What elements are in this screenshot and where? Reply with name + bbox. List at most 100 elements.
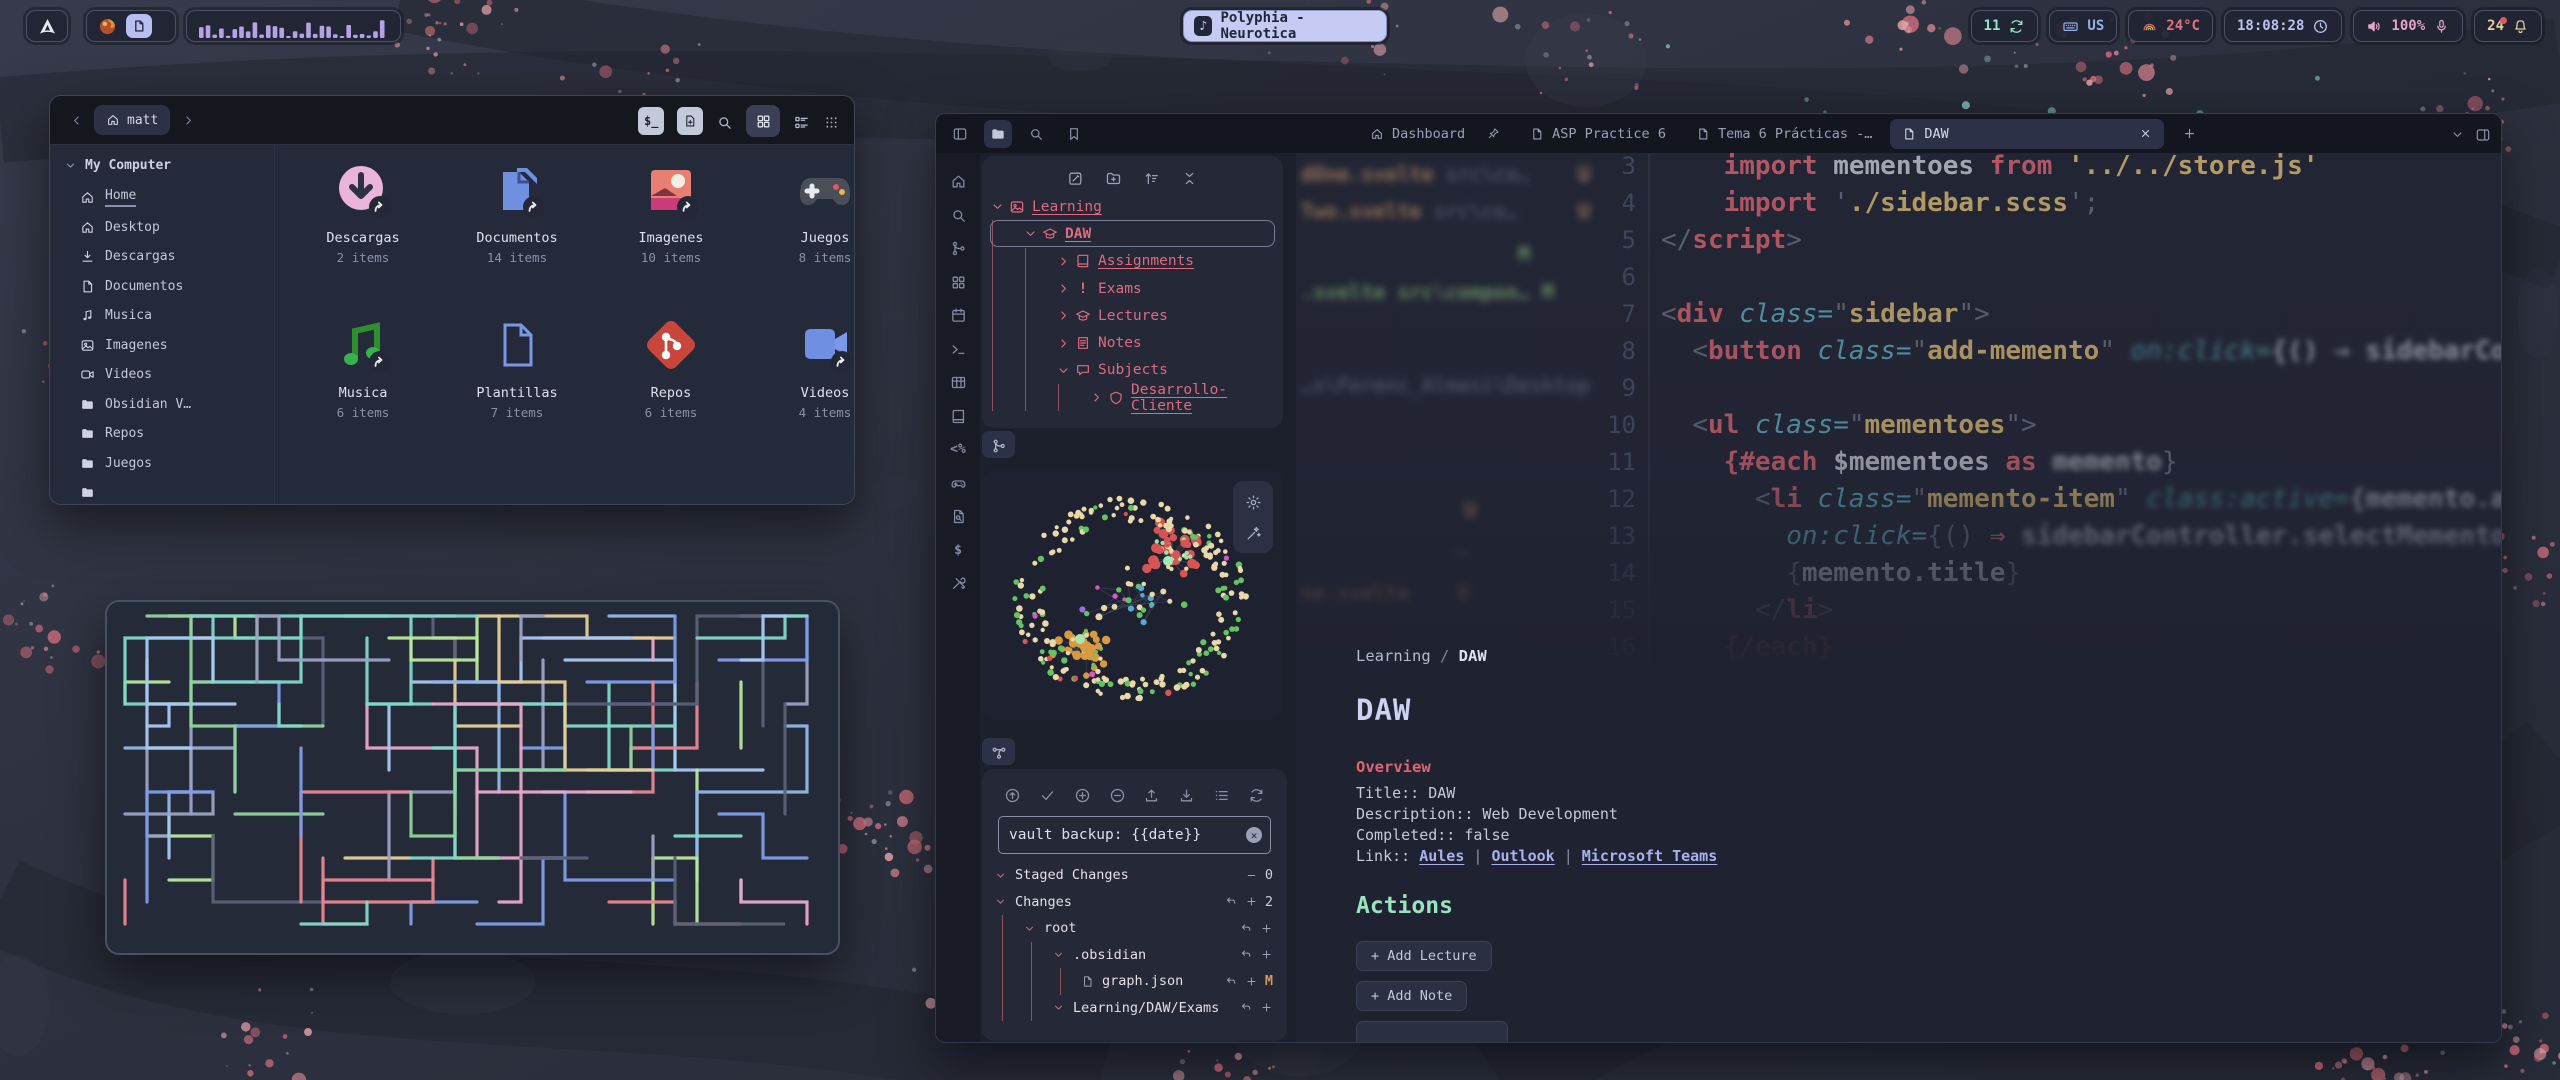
tree-item-lectures[interactable]: Lectures [982, 302, 1283, 329]
sidebar-item-videos[interactable]: Videos [50, 360, 274, 390]
link-microsoft-teams[interactable]: Microsoft Teams [1582, 847, 1717, 865]
tree-item-notes[interactable]: Notes [982, 329, 1283, 356]
tree-item-exams[interactable]: !Exams [982, 275, 1283, 302]
git-row--obsidian[interactable]: .obsidian [982, 942, 1287, 969]
git-row-learning-daw-exams[interactable]: Learning/DAW/Exams [982, 995, 1287, 1022]
ribbon-file-search-button[interactable] [950, 506, 967, 525]
ribbon-home-button[interactable] [950, 171, 967, 190]
sidebar-item-obsidian-v-[interactable]: Obsidian V… [50, 390, 274, 420]
back-button[interactable] [64, 108, 88, 132]
link-outlook[interactable]: Outlook [1491, 847, 1554, 865]
tree-item-desarrollo-cliente[interactable]: Desarrollo-Cliente [982, 384, 1283, 411]
add-button-partial[interactable] [1356, 1021, 1508, 1042]
sidebar-item-imagenes[interactable]: Imagenes [50, 331, 274, 361]
undo-icon[interactable] [1225, 975, 1238, 988]
folder-juegos[interactable]: Juegos 8 items [748, 162, 855, 265]
chevron-right-icon[interactable] [1056, 308, 1071, 323]
tray-weather[interactable]: 24°C [2128, 10, 2213, 42]
workspace-bookmark-button[interactable] [1060, 120, 1088, 148]
workspace-folder-button[interactable] [984, 120, 1012, 148]
chevron-down-icon[interactable] [1052, 948, 1065, 961]
tray-updates[interactable]: 11 [1971, 10, 2039, 42]
toolbar-search-button[interactable] [716, 112, 733, 131]
chevron-down-icon[interactable] [1052, 1001, 1065, 1014]
sidebar-item-clipped[interactable] [50, 478, 274, 505]
tree-item-subjects[interactable]: Subjects [982, 357, 1283, 384]
note-breadcrumb[interactable]: Learning / DAW [1356, 647, 1487, 665]
workspace-panel-left-button[interactable] [946, 120, 974, 148]
link-aules[interactable]: Aules [1419, 847, 1464, 865]
ribbon-terminal-button[interactable] [950, 339, 967, 358]
chevron-down-icon[interactable] [1056, 363, 1071, 378]
git-panel-tab[interactable] [982, 738, 1015, 765]
workspace-search-button[interactable] [1022, 120, 1050, 148]
workspaces-module[interactable] [86, 10, 176, 42]
right-sidebar-toggle[interactable] [2475, 124, 2491, 143]
folder-videos[interactable]: Videos 4 items [748, 317, 855, 420]
tree-collapse-all-button[interactable] [1181, 168, 1198, 187]
git-download-tray-button[interactable] [1178, 785, 1195, 804]
sidebar-item-repos[interactable]: Repos [50, 419, 274, 449]
plus-icon[interactable] [1260, 948, 1273, 961]
ribbon-layout-grid-button[interactable] [950, 272, 967, 291]
tree-pencil-square-button[interactable] [1067, 168, 1084, 187]
chevron-down-icon[interactable] [994, 869, 1007, 882]
ribbon-search-button[interactable] [950, 205, 967, 224]
folder-musica[interactable]: Musica 6 items [286, 317, 440, 420]
sidebar-item-desktop[interactable]: Desktop [50, 213, 274, 243]
chevron-down-icon[interactable] [994, 895, 1007, 908]
chevron-right-icon[interactable] [1089, 390, 1104, 405]
plus-icon[interactable] [1245, 895, 1258, 908]
ribbon-table-button[interactable] [950, 372, 967, 391]
breadcrumb[interactable]: matt [94, 105, 170, 135]
launcher-button[interactable] [26, 10, 68, 42]
git-minus-circle-button[interactable] [1109, 785, 1126, 804]
plus-icon[interactable] [1260, 1001, 1273, 1014]
folder-repos[interactable]: Repos 6 items [594, 317, 748, 420]
git-check-button[interactable] [1039, 785, 1056, 804]
toolbar-list-view-button[interactable] [793, 112, 810, 131]
ribbon-dollar-button[interactable]: $ [954, 540, 962, 559]
chevron-right-icon[interactable] [1056, 254, 1071, 269]
folder-plantillas[interactable]: Plantillas 7 items [440, 317, 594, 420]
tab-daw[interactable]: DAW [1890, 119, 2164, 149]
ribbon-gamepad-button[interactable] [950, 473, 967, 492]
media-player-module[interactable]: ♪ Polyphia - Neurotica [1183, 10, 1387, 42]
plus-icon[interactable] [1260, 922, 1273, 935]
forward-button[interactable] [176, 108, 200, 132]
git-row-root[interactable]: root [982, 915, 1287, 942]
ribbon-code-tag-button[interactable]: <% [950, 439, 966, 458]
chevron-down-icon[interactable] [1023, 922, 1036, 935]
tree-folder-plus-button[interactable] [1105, 168, 1122, 187]
git-upload-tray-button[interactable] [1143, 785, 1160, 804]
tray-notifications[interactable]: 24 [2474, 10, 2542, 42]
git-arrow-up-circle-button[interactable] [1004, 785, 1021, 804]
sidebar-item-descargas[interactable]: Descargas [50, 242, 274, 272]
undo-icon[interactable] [1240, 1001, 1253, 1014]
sidebar-item-documentos[interactable]: Documentos [50, 272, 274, 302]
ribbon-tools-button[interactable] [950, 573, 967, 592]
tray-audio[interactable]: 100% [2353, 10, 2463, 42]
clear-commit-message-button[interactable]: ✕ [1246, 827, 1262, 843]
git-row-staged-changes[interactable]: Staged Changes0 [982, 862, 1287, 889]
new-tab-button[interactable] [2170, 119, 2209, 149]
plus-icon[interactable] [1245, 975, 1258, 988]
undo-icon[interactable] [1240, 948, 1253, 961]
sidebar-item-home[interactable]: Home [50, 183, 274, 213]
git-row-graph-json[interactable]: graph.jsonM [982, 968, 1287, 995]
sidebar-item-juegos[interactable]: Juegos [50, 449, 274, 479]
sidebar-section-header[interactable]: My Computer [50, 152, 274, 183]
chevron-right-icon[interactable] [1056, 281, 1071, 296]
commit-message-input[interactable] [999, 827, 1270, 843]
tray-keyboard-layout[interactable]: US [2049, 10, 2117, 42]
-add-lecture-button[interactable]: + Add Lecture [1356, 941, 1492, 971]
toolbar-dots-grid-button[interactable] [823, 112, 840, 131]
git-refresh-circle-button[interactable] [1248, 785, 1265, 804]
tree-item-learning[interactable]: Learning [982, 193, 1283, 220]
toolbar-grid-2x2-button[interactable] [746, 105, 780, 137]
chevron-down-icon[interactable] [990, 199, 1005, 214]
close-tab-button[interactable] [2139, 126, 2152, 142]
tree-item-assignments[interactable]: Assignments [982, 248, 1283, 275]
tab-dashboard[interactable]: Dashboard [1358, 119, 1512, 149]
folder-imagenes[interactable]: Imagenes 10 items [594, 162, 748, 265]
